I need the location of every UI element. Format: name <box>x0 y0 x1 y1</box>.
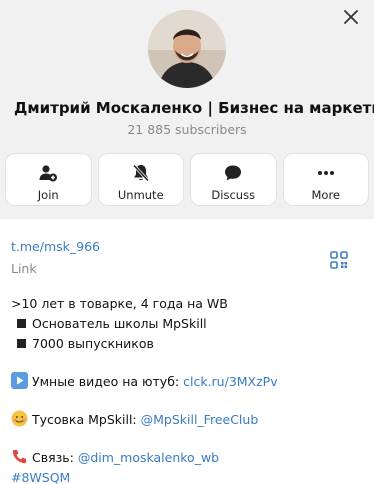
black-square-icon <box>17 319 26 328</box>
channel-title: Дмитрий Москаленко | Бизнес на маркетпле… <box>14 99 374 117</box>
discuss-label: Discuss <box>211 188 256 202</box>
contact-line: Связь: @dim_moskalenko_wb <box>11 448 363 468</box>
club-line: Тусовка MpSkill: @MpSkill_FreeClub <box>11 410 363 430</box>
action-bar: Join Unmute Discuss More <box>5 153 369 206</box>
desc-line-1: >10 лет в товарке, 4 года на WB <box>11 296 228 311</box>
hashtag-link[interactable]: #8WSQM <box>11 470 70 484</box>
video-line: Умные видео на ютуб: clck.ru/3MXzPv <box>11 372 363 392</box>
more-label: More <box>311 188 340 202</box>
subscriber-count: 21 885 subscribers <box>127 122 247 137</box>
unmute-button[interactable]: Unmute <box>97 153 184 206</box>
contact-link[interactable]: @dim_moskalenko_wb <box>78 450 219 465</box>
club-link[interactable]: @MpSkill_FreeClub <box>141 412 259 427</box>
desc-line-2: Основатель школы MpSkill <box>11 314 363 334</box>
channel-header: Дмитрий Москаленко | Бизнес на маркетпле… <box>0 0 374 219</box>
join-label: Join <box>37 188 59 202</box>
desc-line-3: 7000 выпускников <box>11 334 363 354</box>
smiling-face-icon <box>11 410 28 427</box>
discuss-button[interactable]: Discuss <box>190 153 277 206</box>
close-icon[interactable] <box>340 6 362 28</box>
hashtag-line: #8WSQM <box>11 468 363 484</box>
add-user-icon <box>37 162 59 184</box>
play-button-icon <box>11 372 28 389</box>
avatar[interactable] <box>148 10 226 88</box>
chat-bubble-icon <box>222 162 244 184</box>
qr-code-icon[interactable] <box>330 251 348 269</box>
phone-icon <box>11 448 28 465</box>
more-button[interactable]: More <box>282 153 369 206</box>
join-button[interactable]: Join <box>5 153 92 206</box>
black-square-icon <box>17 339 26 348</box>
channel-link[interactable]: t.me/msk_966 <box>11 239 100 254</box>
unmute-label: Unmute <box>117 188 164 202</box>
channel-description: >10 лет в товарке, 4 года на WB Основате… <box>11 294 363 484</box>
more-dots-icon <box>315 162 337 184</box>
bell-off-icon <box>130 162 152 184</box>
link-label: Link <box>11 261 37 276</box>
video-link[interactable]: clck.ru/3MXzPv <box>183 374 278 389</box>
